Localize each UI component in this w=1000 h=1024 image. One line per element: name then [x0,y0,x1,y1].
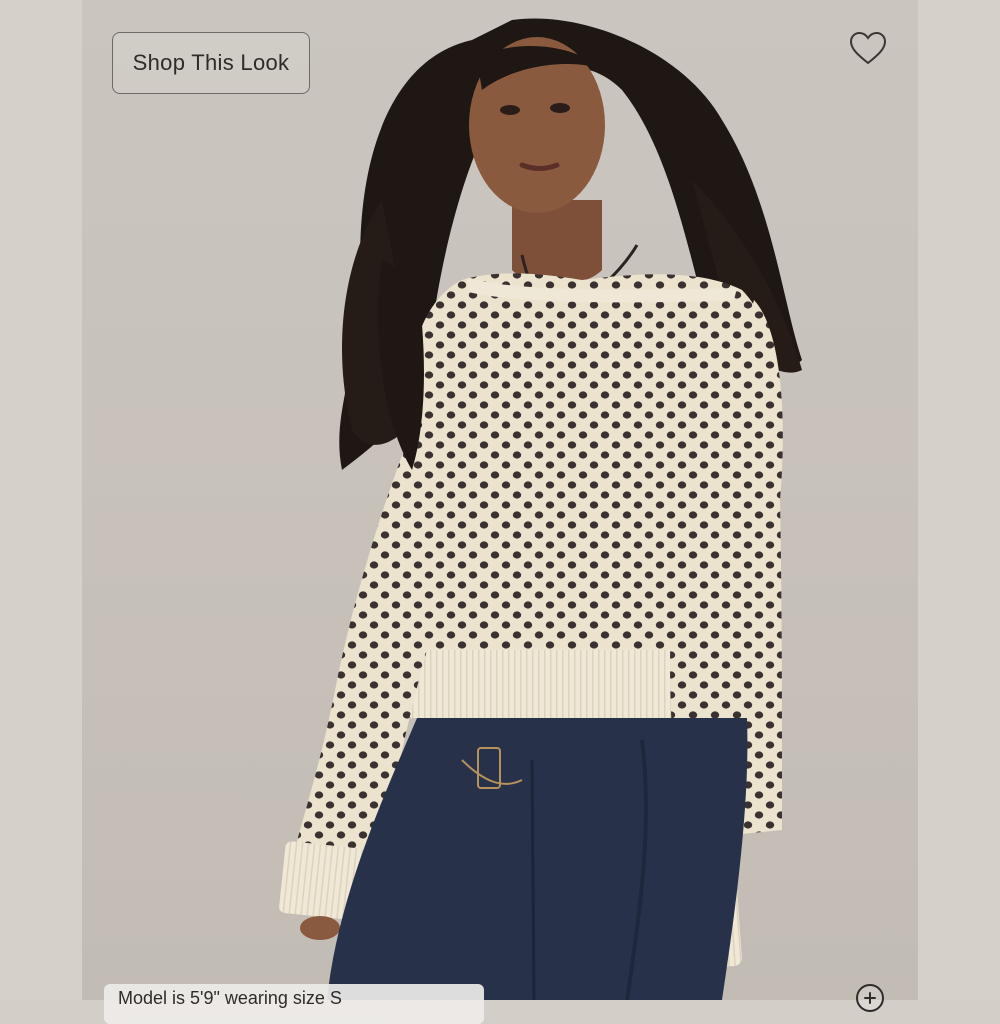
shop-this-look-button[interactable]: Shop This Look [112,32,310,94]
product-photo [279,18,802,1000]
left-margin [0,0,82,1000]
product-image-frame [82,0,918,1000]
favorite-button[interactable] [846,28,890,68]
zoom-in-icon [864,992,876,1004]
heart-outline-icon [849,31,887,65]
caption-text: Model is 5'9" wearing size S [118,988,342,1008]
zoom-button[interactable] [856,984,884,1012]
model-size-caption: Model is 5'9" wearing size S [104,984,484,1024]
right-margin [918,0,1000,1000]
